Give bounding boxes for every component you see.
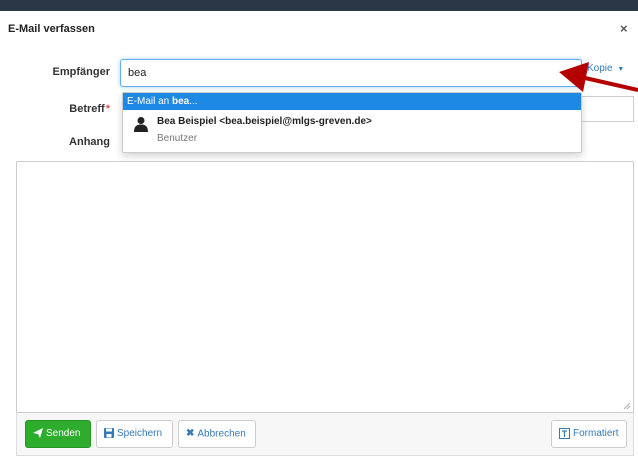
close-icon: ✖	[186, 428, 195, 439]
suggestion-user-name: Bea Beispiel <bea.beispiel@mlgs-greven.d…	[157, 116, 372, 127]
annotation-arrow-icon	[559, 62, 638, 92]
send-button[interactable]: Senden	[25, 420, 91, 448]
suggestion-email-query: bea	[172, 96, 190, 107]
send-icon	[33, 428, 43, 439]
save-button[interactable]: Speichern	[96, 420, 173, 448]
cancel-label: Abbrechen	[197, 428, 246, 440]
recipient-label: Empfänger	[52, 66, 110, 78]
send-label: Senden	[46, 428, 81, 439]
compose-footer: Senden Speichern ✖ Abbrechen Formatiert	[16, 412, 634, 456]
resize-handle-icon[interactable]	[623, 402, 631, 410]
suggestion-user-option[interactable]: Bea Beispiel <bea.beispiel@mlgs-greven.d…	[123, 112, 581, 152]
recipient-suggestions: E-Mail an bea... Bea Beispiel <bea.beisp…	[122, 92, 582, 153]
text-format-icon	[559, 427, 570, 439]
subject-label: Betreff*	[40, 103, 110, 115]
cancel-button[interactable]: ✖ Abbrechen	[178, 420, 256, 448]
required-marker: *	[105, 103, 110, 115]
user-icon	[134, 117, 148, 132]
suggestion-email-option[interactable]: E-Mail an bea...	[123, 93, 581, 110]
format-label: Formatiert	[573, 428, 619, 439]
window-top-bar	[0, 0, 638, 11]
message-body-editor[interactable]	[16, 161, 634, 413]
save-label: Speichern	[117, 428, 163, 439]
floppy-disk-icon	[104, 428, 114, 439]
suggestion-email-prefix: E-Mail an	[127, 96, 173, 107]
attachment-label: Anhang	[69, 136, 110, 148]
subject-label-text: Betreff	[69, 103, 105, 115]
recipient-input[interactable]: bea	[120, 59, 582, 87]
close-icon[interactable]: ×	[620, 22, 628, 36]
suggestion-email-suffix: ...	[189, 96, 198, 107]
suggestion-user-role: Benutzer	[157, 133, 198, 144]
format-toggle-button[interactable]: Formatiert	[551, 420, 627, 448]
modal-title: E-Mail verfassen	[8, 23, 95, 35]
